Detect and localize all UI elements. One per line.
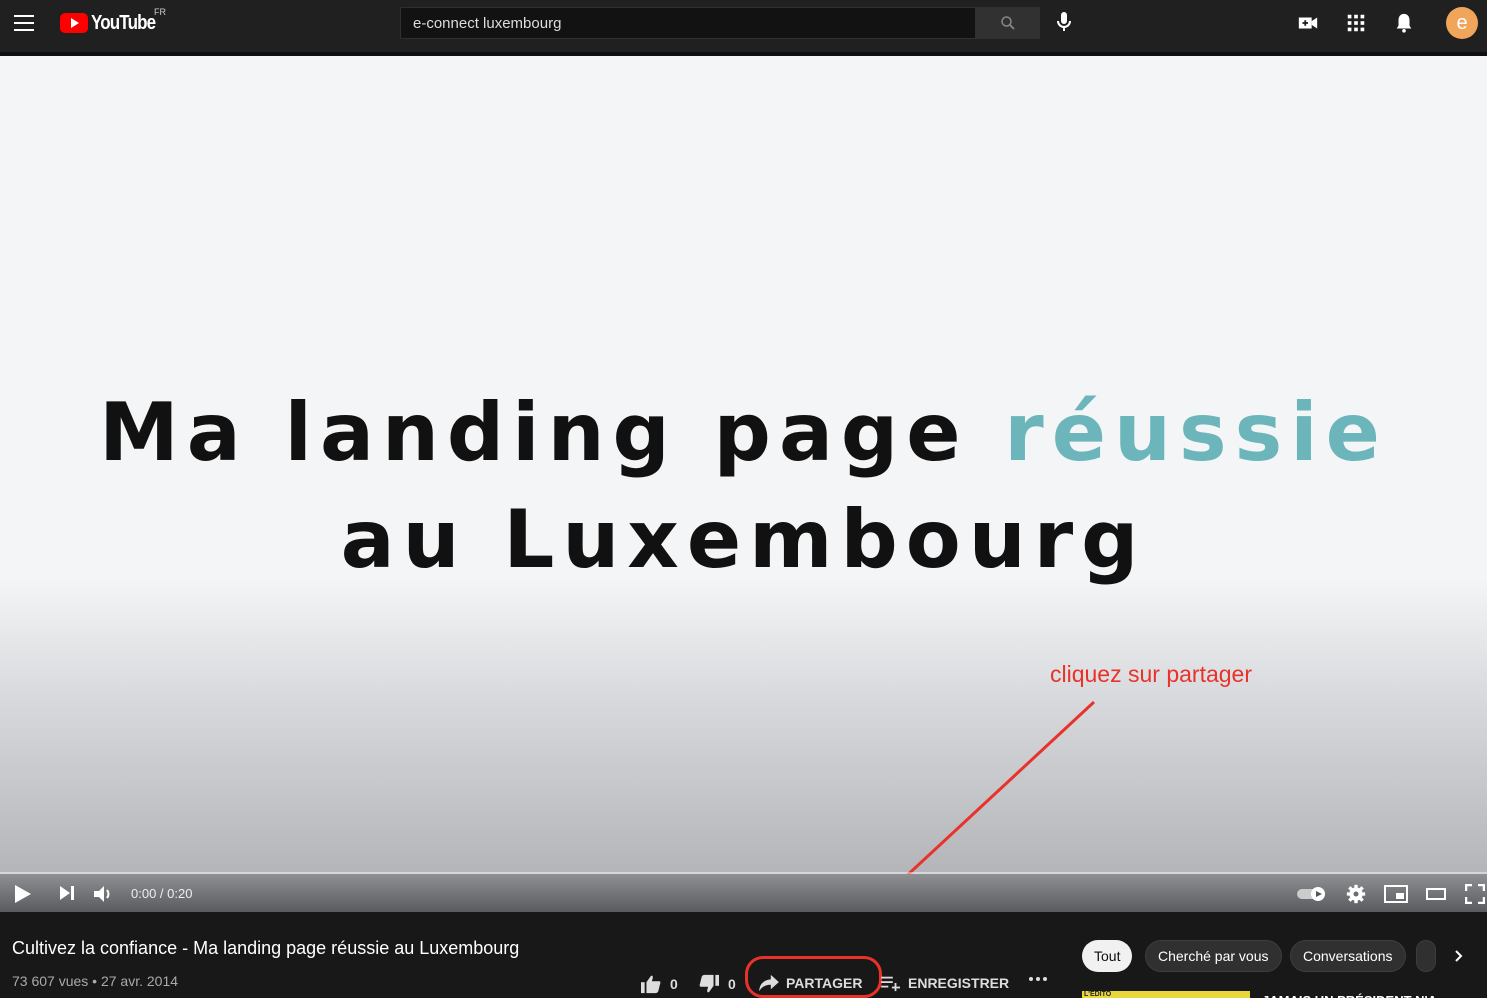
recommendation-title[interactable]: JAMAIS UN PRÉSIDENT N'A (1262, 991, 1437, 998)
like-button[interactable]: 0 (640, 974, 678, 994)
chip-conversations[interactable]: Conversations (1290, 940, 1406, 972)
video-frame-title-line2: au Luxembourg (340, 493, 1147, 586)
dislike-count: 0 (728, 976, 736, 992)
chevron-right-icon[interactable] (1454, 949, 1464, 963)
apps-grid-icon (1347, 14, 1365, 32)
microphone-icon (1057, 12, 1071, 31)
menu-icon[interactable] (14, 15, 34, 31)
youtube-logo[interactable]: YouTube (60, 12, 167, 34)
settings-gear-icon[interactable] (1346, 884, 1366, 904)
autoplay-toggle-icon[interactable] (1296, 886, 1328, 902)
video-frame-text-main: Ma landing page (99, 386, 1005, 479)
top-bar: YouTube FR e (0, 0, 1487, 52)
miniplayer-icon[interactable] (1384, 884, 1408, 904)
annotation-text: cliquez sur partager (1050, 661, 1252, 687)
chip-all[interactable]: Tout (1082, 940, 1133, 972)
video-frame-text-accent: réussie (1004, 386, 1388, 479)
next-icon[interactable] (58, 884, 76, 902)
share-highlight-circle (745, 956, 882, 998)
time-display: 0:00 / 0:20 (131, 886, 193, 901)
thumbs-down-icon (699, 974, 719, 993)
save-label: ENREGISTRER (908, 975, 1010, 991)
dislike-button[interactable]: 0 (698, 974, 736, 994)
apps-button[interactable] (1345, 12, 1367, 34)
search-icon (1000, 16, 1015, 30)
voice-search-button[interactable] (1052, 10, 1076, 34)
player-controls: 0:00 / 0:20 (0, 874, 1487, 912)
chip-searched-by-you[interactable]: Cherché par vous (1145, 940, 1282, 972)
youtube-play-icon (60, 13, 88, 33)
fullscreen-icon[interactable] (1465, 884, 1485, 904)
video-meta: 73 607 vues • 27 avr. 2014 (12, 973, 179, 989)
search-box[interactable] (400, 7, 976, 39)
video-info: Cultivez la confiance - Ma landing page … (0, 912, 1487, 998)
search-button[interactable] (975, 7, 1040, 39)
thumbnail-label: L'ÉDITO (1084, 991, 1112, 998)
save-button[interactable]: ENREGISTRER (880, 974, 1009, 992)
avatar[interactable]: e (1446, 7, 1478, 39)
chip-overflow[interactable] (1416, 940, 1436, 972)
create-video-button[interactable] (1297, 12, 1319, 34)
play-icon[interactable] (14, 884, 32, 904)
more-actions-button[interactable] (1028, 976, 1048, 982)
video-camera-add-icon (1298, 17, 1318, 29)
thumbs-up-icon (641, 975, 661, 994)
search-input[interactable] (401, 8, 975, 38)
playlist-add-icon (881, 976, 900, 992)
video-title: Cultivez la confiance - Ma landing page … (12, 938, 520, 958)
volume-icon[interactable] (93, 884, 113, 904)
bell-icon (1396, 13, 1412, 33)
video-frame-title-line1: Ma landing page réussie (0, 386, 1487, 479)
video-player[interactable]: Ma landing page réussie au Luxembourg (0, 56, 1487, 874)
country-code: FR (154, 7, 166, 17)
more-horizontal-icon (1029, 977, 1047, 981)
theater-mode-icon[interactable] (1425, 884, 1447, 904)
notifications-button[interactable] (1393, 12, 1415, 34)
like-count: 0 (670, 976, 678, 992)
logo-text: YouTube (91, 11, 156, 34)
